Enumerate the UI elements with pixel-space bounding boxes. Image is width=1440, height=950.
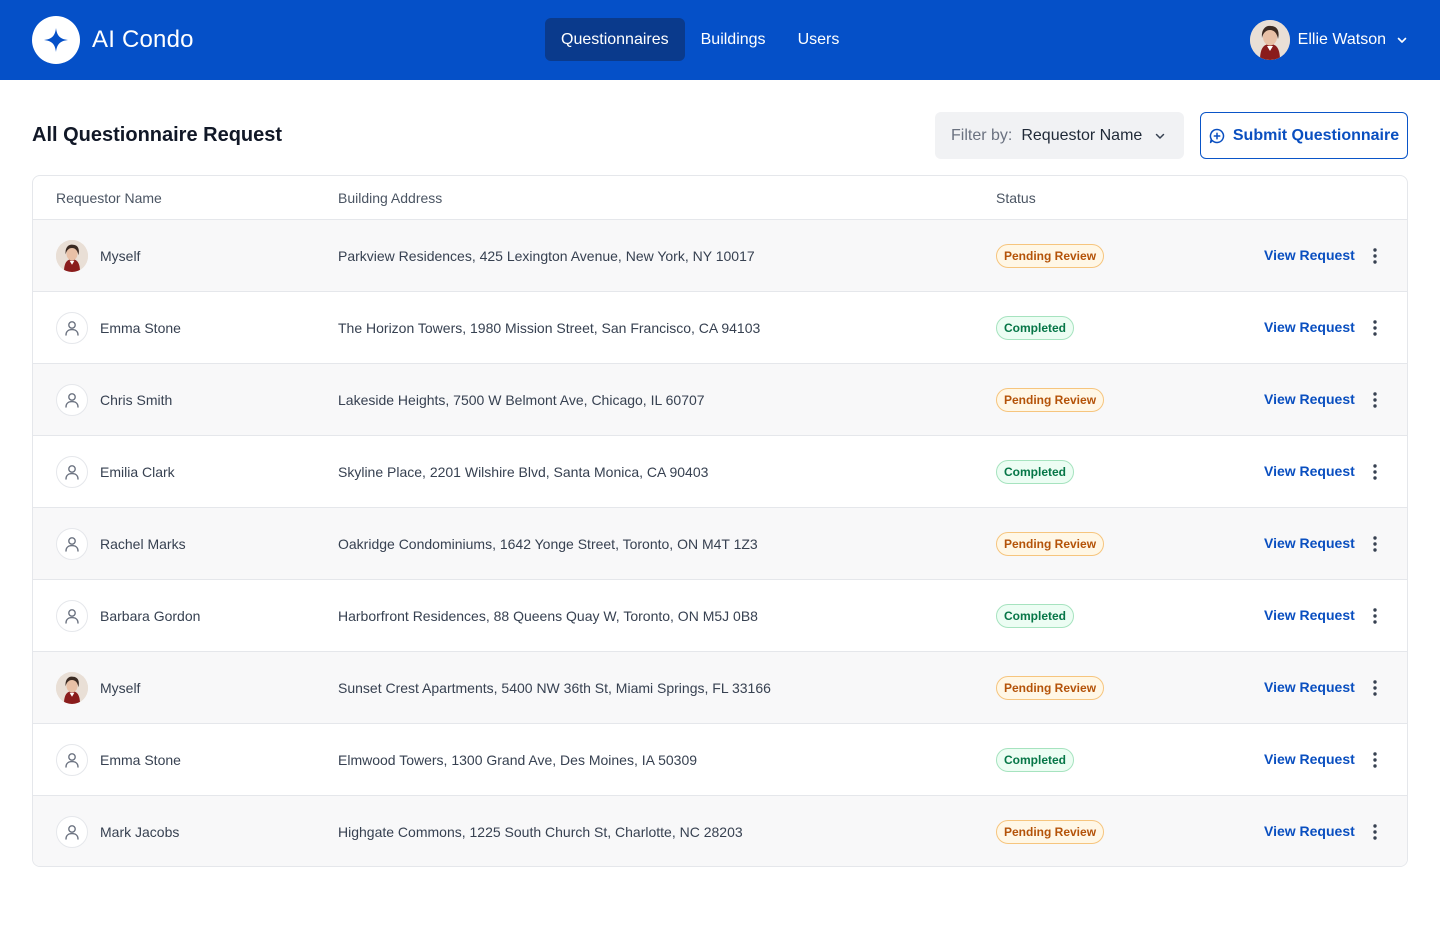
view-request-link[interactable]: View Request <box>1264 319 1355 335</box>
requestor-cell: Emma Stone <box>56 744 181 776</box>
status-badge: Pending Review <box>996 676 1105 700</box>
building-address: Elmwood Towers, 1300 Grand Ave, Des Moin… <box>338 752 698 768</box>
more-options-icon[interactable] <box>1363 676 1387 700</box>
table-row[interactable]: Chris Smith Lakeside Heights, 7500 W Belm… <box>33 364 1407 436</box>
view-request-link[interactable]: View Request <box>1264 391 1355 407</box>
building-address: Skyline Place, 2201 Wilshire Blvd, Santa… <box>338 464 709 480</box>
table-row[interactable]: Myself Parkview Residences, 425 Lexington… <box>33 220 1407 292</box>
table-row[interactable]: Mark Jacobs Highgate Commons, 1225 South … <box>33 796 1407 866</box>
table-row[interactable]: Emma Stone Elmwood Towers, 1300 Grand Ave… <box>33 724 1407 796</box>
nav-item-users[interactable]: Users <box>782 18 856 61</box>
submit-questionnaire-button[interactable]: Submit Questionnaire <box>1200 112 1408 159</box>
building-address: Sunset Crest Apartments, 5400 NW 36th St… <box>338 680 771 696</box>
user-icon <box>56 816 88 848</box>
more-options-icon[interactable] <box>1363 820 1387 844</box>
user-avatar <box>1249 20 1290 60</box>
user-menu[interactable]: Ellie Watson <box>1249 20 1408 60</box>
main-nav: Questionnaires Buildings Users <box>545 18 855 61</box>
requestor-cell: Mark Jacobs <box>56 816 179 848</box>
table-row[interactable]: Myself Sunset Crest Apartments, 5400 NW 3… <box>33 652 1407 724</box>
column-header-requestor: Requestor Name <box>56 190 162 206</box>
sparkle-logo-icon <box>32 16 80 64</box>
more-options-icon[interactable] <box>1363 244 1387 268</box>
table-header: Requestor Name Building Address Status <box>33 176 1407 220</box>
status-badge: Pending Review <box>996 388 1105 412</box>
table-row[interactable]: Emilia Clark Skyline Place, 2201 Wilshire… <box>33 436 1407 508</box>
requestor-name: Emma Stone <box>100 752 181 768</box>
more-options-icon[interactable] <box>1363 604 1387 628</box>
column-header-status: Status <box>996 190 1036 206</box>
more-options-icon[interactable] <box>1363 532 1387 556</box>
view-request-link[interactable]: View Request <box>1264 823 1355 839</box>
avatar <box>56 240 88 272</box>
user-icon <box>56 744 88 776</box>
chevron-down-icon <box>1154 130 1166 142</box>
table-row[interactable]: Barbara Gordon Harborfront Residences, 88… <box>33 580 1407 652</box>
user-icon <box>56 312 88 344</box>
chevron-down-icon <box>1396 34 1408 46</box>
user-icon <box>56 528 88 560</box>
requestor-name: Emma Stone <box>100 320 181 336</box>
user-icon <box>56 600 88 632</box>
requestor-cell: Emma Stone <box>56 312 181 344</box>
submit-button-label: Submit Questionnaire <box>1232 126 1400 144</box>
table-row[interactable]: Rachel Marks Oakridge Condominiums, 1642 … <box>33 508 1407 580</box>
filter-label: Filter by: <box>951 126 1013 144</box>
questionnaire-table: Requestor Name Building Address Status M… <box>32 175 1408 867</box>
more-options-icon[interactable] <box>1363 388 1387 412</box>
chat-plus-icon <box>1209 128 1225 144</box>
status-badge: Pending Review <box>996 820 1105 844</box>
requestor-cell: Myself <box>56 672 140 704</box>
more-options-icon[interactable] <box>1363 748 1387 772</box>
user-name: Ellie Watson <box>1297 31 1386 48</box>
building-address: Oakridge Condominiums, 1642 Yonge Street… <box>338 536 758 552</box>
status-badge: Completed <box>996 604 1075 628</box>
user-icon <box>56 384 88 416</box>
building-address: Harborfront Residences, 88 Queens Quay W… <box>338 608 758 624</box>
nav-item-questionnaires[interactable]: Questionnaires <box>545 18 685 61</box>
view-request-link[interactable]: View Request <box>1264 751 1355 767</box>
view-request-link[interactable]: View Request <box>1264 535 1355 551</box>
requestor-name: Mark Jacobs <box>100 824 180 840</box>
filter-value: Requestor Name <box>1021 126 1143 144</box>
app-name: AI Condo <box>92 26 194 53</box>
view-request-link[interactable]: View Request <box>1264 607 1355 623</box>
column-header-address: Building Address <box>338 190 443 206</box>
brand[interactable]: AI Condo <box>32 16 194 64</box>
view-request-link[interactable]: View Request <box>1264 247 1355 263</box>
nav-item-buildings[interactable]: Buildings <box>685 18 782 61</box>
status-badge: Pending Review <box>996 532 1105 556</box>
requestor-cell: Emilia Clark <box>56 456 175 488</box>
requestor-name: Myself <box>100 248 141 264</box>
table-row[interactable]: Emma Stone The Horizon Towers, 1980 Missi… <box>33 292 1407 364</box>
view-request-link[interactable]: View Request <box>1264 463 1355 479</box>
page-title: All Questionnaire Request <box>32 124 283 146</box>
requestor-name: Myself <box>100 680 141 696</box>
requestor-cell: Myself <box>56 240 140 272</box>
building-address: Highgate Commons, 1225 South Church St, … <box>338 824 743 840</box>
requestor-cell: Barbara Gordon <box>56 600 200 632</box>
filter-dropdown[interactable]: Filter by: Requestor Name <box>935 112 1184 159</box>
requestor-cell: Chris Smith <box>56 384 172 416</box>
status-badge: Completed <box>996 748 1075 772</box>
requestor-name: Barbara Gordon <box>100 608 201 624</box>
requestor-cell: Rachel Marks <box>56 528 186 560</box>
more-options-icon[interactable] <box>1363 460 1387 484</box>
avatar <box>56 672 88 704</box>
user-icon <box>56 456 88 488</box>
requestor-name: Chris Smith <box>100 392 173 408</box>
building-address: The Horizon Towers, 1980 Mission Street,… <box>338 320 761 336</box>
status-badge: Completed <box>996 460 1075 484</box>
building-address: Lakeside Heights, 7500 W Belmont Ave, Ch… <box>338 392 705 408</box>
more-options-icon[interactable] <box>1363 316 1387 340</box>
building-address: Parkview Residences, 425 Lexington Avenu… <box>338 248 755 264</box>
status-badge: Completed <box>996 316 1075 340</box>
top-navbar: AI Condo Questionnaires Buildings Users … <box>0 0 1440 80</box>
requestor-name: Emilia Clark <box>100 464 175 480</box>
view-request-link[interactable]: View Request <box>1264 679 1355 695</box>
status-badge: Pending Review <box>996 244 1105 268</box>
requestor-name: Rachel Marks <box>100 536 186 552</box>
table-body: Myself Parkview Residences, 425 Lexington… <box>33 220 1407 866</box>
